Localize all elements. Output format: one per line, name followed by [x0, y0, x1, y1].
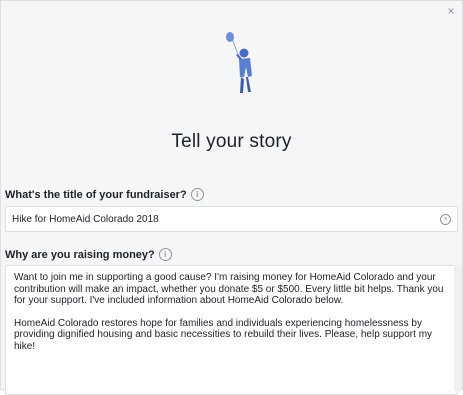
close-icon[interactable]: × [444, 4, 458, 18]
story-paragraph-2: HomeAid Colorado restores hope for famil… [14, 317, 433, 352]
reason-textarea[interactable]: Want to join me in supporting a good cau… [5, 265, 458, 395]
page-title: Tell your story [171, 131, 292, 152]
fundraiser-title-label-text: What's the title of your fundraiser? [5, 188, 187, 201]
info-icon[interactable]: i [158, 248, 172, 261]
story-paragraph-1: Want to join me in supporting a good cau… [14, 272, 444, 306]
fundraiser-title-input[interactable]: Hike for HomeAid Colorado 2018 × [5, 206, 458, 232]
fundraiser-title-value: Hike for HomeAid Colorado 2018 [12, 214, 159, 225]
textarea-scrollbar[interactable] [454, 265, 462, 391]
clear-icon[interactable]: × [440, 214, 451, 225]
reason-label-text: Why are you raising money? [5, 248, 155, 261]
person-with-balloon-icon [226, 32, 252, 93]
fundraiser-story-dialog: × Tell your story What's the title of yo… [0, 0, 463, 395]
reason-label: Why are you raising money? i [5, 248, 172, 261]
info-icon[interactable]: i [190, 188, 204, 201]
fundraiser-title-label: What's the title of your fundraiser? i [5, 188, 204, 201]
